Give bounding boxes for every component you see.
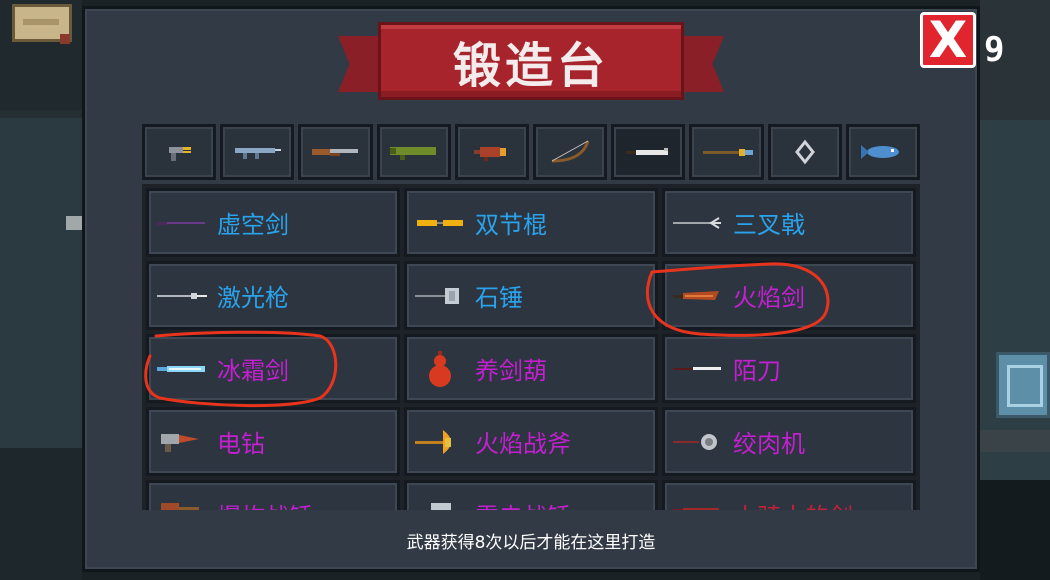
stone-hammer-icon xyxy=(413,276,467,316)
gourd-icon xyxy=(413,349,467,389)
item-count: 9 xyxy=(984,30,1005,70)
fish-icon xyxy=(860,145,899,159)
weapon-item-flame-axe[interactable]: 火焰战斧 xyxy=(404,407,658,476)
monitor-terminal xyxy=(996,352,1050,418)
weapon-name: 双节棍 xyxy=(475,211,547,239)
terminal-base xyxy=(980,430,1050,452)
laser-spear-icon xyxy=(155,276,209,316)
trident-icon xyxy=(671,203,725,243)
weapon-item-trident[interactable]: 三叉戟 xyxy=(662,188,916,257)
close-icon: X xyxy=(928,11,968,69)
flame-axe-icon xyxy=(413,422,467,462)
weapon-name: 养剑葫 xyxy=(475,357,547,385)
wall-notch xyxy=(66,216,82,230)
weapon-name: 三叉戟 xyxy=(733,211,805,239)
weapon-name: 绞肉机 xyxy=(733,430,805,458)
weapon-item-flame-sword[interactable]: 火焰剑 xyxy=(662,261,916,330)
flame-sword-icon xyxy=(671,276,725,316)
shuriken-icon xyxy=(794,139,815,165)
shotgun-icon xyxy=(311,149,358,156)
frost-sword-icon xyxy=(155,349,209,389)
knight-sword-icon xyxy=(671,495,725,510)
modao-blade-icon xyxy=(671,349,725,389)
thunder-hammer-icon xyxy=(413,495,467,510)
floor xyxy=(0,118,82,448)
weapon-item-thunder-hammer[interactable]: 雷电战锤 xyxy=(404,480,658,510)
nunchaku-icon xyxy=(413,203,467,243)
forge-hint-text: 武器获得8次以后才能在这里打造 xyxy=(406,533,656,553)
sword-icon xyxy=(626,148,669,155)
notice-pin xyxy=(60,34,70,44)
tab-bow[interactable] xyxy=(533,124,608,180)
explosive-hammer-icon xyxy=(155,495,209,510)
weapon-name: 陌刀 xyxy=(733,357,781,385)
weapon-category-tabs xyxy=(142,124,921,180)
weapon-name: 虚空剑 xyxy=(217,211,289,239)
tab-shuriken[interactable] xyxy=(767,124,842,180)
tab-launcher[interactable] xyxy=(376,124,451,180)
tab-sword[interactable] xyxy=(611,124,686,180)
page-title: 锻造台 xyxy=(452,38,609,94)
background-right xyxy=(980,0,1050,580)
tab-spear[interactable] xyxy=(689,124,764,180)
launcher-icon xyxy=(389,147,436,160)
weapon-item-frost-sword[interactable]: 冰霜剑 xyxy=(146,334,400,403)
weapon-name: 激光枪 xyxy=(217,284,289,312)
tab-cannon[interactable] xyxy=(454,124,530,180)
weapon-name: 冰霜剑 xyxy=(217,357,289,385)
weapon-item-laser-gun[interactable]: 激光枪 xyxy=(146,261,400,330)
weapon-item-sword-gourd[interactable]: 养剑葫 xyxy=(404,334,658,403)
weapon-item-explosive-hammer[interactable]: 爆炸战锤 xyxy=(146,480,400,510)
weapon-item-void-sword[interactable]: 虚空剑 xyxy=(146,188,400,257)
weapon-item-knight-sword[interactable]: 小骑士的剑 xyxy=(662,480,916,510)
banner-main: 锻造台 xyxy=(378,22,684,100)
weapon-name: 小骑士的剑 xyxy=(733,497,853,510)
weapon-item-drill[interactable]: 电钻 xyxy=(146,407,400,476)
cannon-icon xyxy=(473,147,506,161)
background-left xyxy=(0,0,82,580)
title-banner: 锻造台 xyxy=(338,22,724,108)
weapon-name: 雷电战锤 xyxy=(475,497,571,510)
close-button[interactable]: X xyxy=(920,12,976,68)
void-sword-icon xyxy=(155,203,209,243)
floor xyxy=(980,120,1050,480)
weapon-item-stone-hammer[interactable]: 石锤 xyxy=(404,261,658,330)
weapon-name: 电钻 xyxy=(217,430,265,458)
tab-fish[interactable] xyxy=(845,124,921,180)
weapon-name: 爆炸战锤 xyxy=(217,497,313,510)
ledge xyxy=(0,448,82,580)
spear-icon xyxy=(702,149,753,156)
weapon-item-modao[interactable]: 陌刀 xyxy=(662,334,916,403)
weapon-name: 石锤 xyxy=(475,284,523,312)
weapon-list[interactable]: 虚空剑 双节棍 三叉戟 激光枪 石锤 火焰剑 冰霜剑 养剑葫 陌刀 电钻 火焰战… xyxy=(142,184,920,510)
drill-icon xyxy=(155,422,209,462)
bow-icon xyxy=(551,140,590,163)
pistol-icon xyxy=(169,147,192,161)
weapon-name: 火焰剑 xyxy=(733,284,805,312)
tab-shotgun[interactable] xyxy=(298,124,373,180)
floor-shadow xyxy=(980,480,1050,580)
tab-rifle[interactable] xyxy=(220,124,295,180)
meat-grinder-icon xyxy=(671,422,725,462)
weapon-item-meat-grinder[interactable]: 绞肉机 xyxy=(662,407,916,476)
tab-pistol[interactable] xyxy=(142,124,217,180)
weapon-item-nunchaku[interactable]: 双节棍 xyxy=(404,188,658,257)
rifle-icon xyxy=(235,148,282,159)
weapon-name: 火焰战斧 xyxy=(475,430,571,458)
